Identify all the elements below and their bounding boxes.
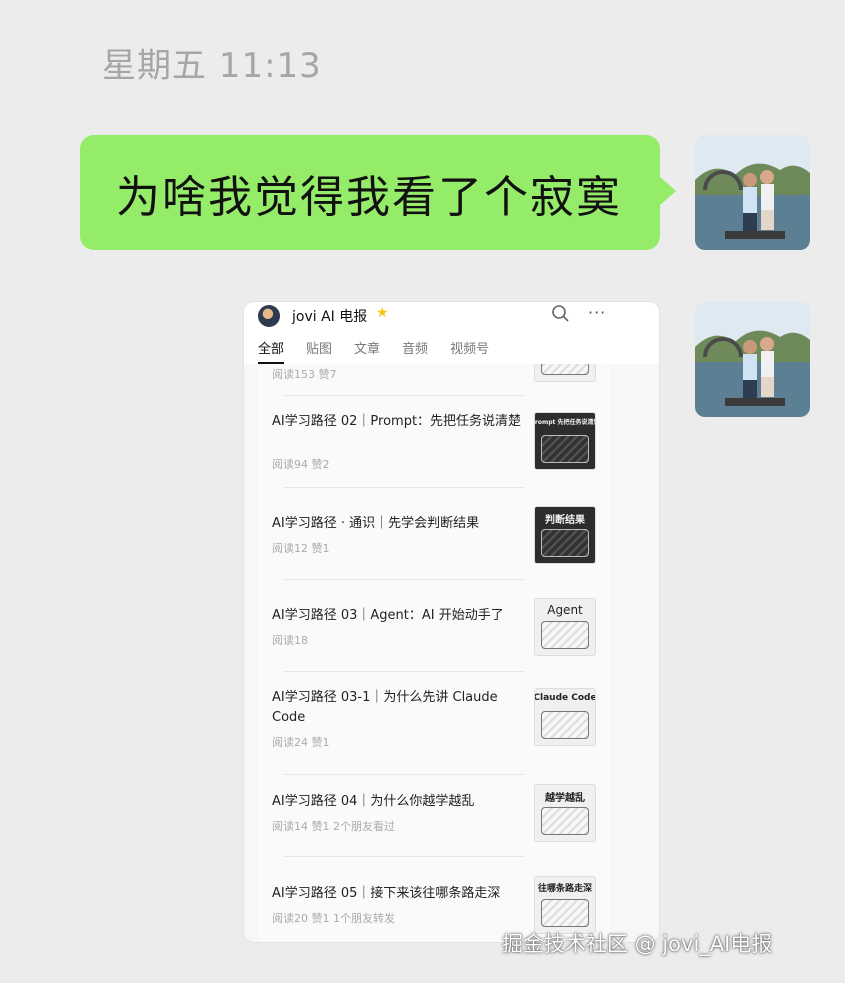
avatar[interactable] xyxy=(695,135,810,250)
article-meta: 阅读18 xyxy=(272,634,308,647)
article-thumbnail xyxy=(534,364,596,382)
article-meta: 阅读153 赞7 xyxy=(272,368,337,381)
star-icon[interactable]: ★ xyxy=(376,305,389,321)
tab-articles[interactable]: 文章 xyxy=(354,338,380,363)
article-thumbnail: 判断结果 xyxy=(534,506,596,564)
list-item[interactable]: 阅读153 赞7 xyxy=(258,364,610,394)
list-divider xyxy=(284,395,524,396)
thumbnail-text: 越学越乱 xyxy=(545,793,585,804)
article-title: AI学习路径 05｜接下来该往哪条路走深 xyxy=(272,886,501,901)
article-thumbnail: Claude Code xyxy=(534,688,596,746)
more-icon[interactable]: ··· xyxy=(588,303,606,322)
account-name[interactable]: jovi AI 电报 xyxy=(292,306,367,326)
list-divider xyxy=(284,579,524,580)
list-divider xyxy=(284,671,524,672)
article-meta: 阅读24 赞1 xyxy=(272,736,330,749)
search-icon[interactable] xyxy=(551,304,571,324)
article-title: AI学习路径 04｜为什么你越学越乱 xyxy=(272,794,475,809)
article-meta: 阅读12 赞1 xyxy=(272,542,330,555)
list-item[interactable]: AI学习路径 04｜为什么你越学越乱 阅读14 赞1 2个朋友看过 越学越乱 xyxy=(258,784,610,854)
thumbnail-sketch xyxy=(541,711,589,739)
article-meta: 阅读20 赞1 1个朋友转发 xyxy=(272,912,395,925)
thumbnail-text: Prompt 先把任务说清楚 xyxy=(534,419,596,426)
article-list: 阅读153 赞7 AI学习路径 02｜Prompt：先把任务说清楚 阅读94 赞… xyxy=(258,364,610,942)
bubble-tail xyxy=(659,176,676,206)
thumbnail-sketch xyxy=(541,435,589,463)
thumbnail-sketch xyxy=(541,529,589,557)
list-divider xyxy=(284,774,524,775)
list-item[interactable]: AI学习路径 · 通识｜先学会判断结果 阅读12 赞1 判断结果 xyxy=(258,504,610,574)
message-timestamp: 星期五 11:13 xyxy=(102,46,322,86)
thumbnail-text: 判断结果 xyxy=(545,515,585,526)
article-title: AI学习路径 03｜Agent：AI 开始动手了 xyxy=(272,608,504,623)
avatar-photo-icon xyxy=(695,135,810,250)
tab-all[interactable]: 全部 xyxy=(258,338,285,364)
thumbnail-sketch xyxy=(541,807,589,835)
thumbnail-sketch xyxy=(541,899,589,927)
thumbnail-text: Claude Code xyxy=(534,693,596,703)
watermark: 掘金技术社区 @ jovi_AI电报 xyxy=(502,932,773,956)
list-divider xyxy=(284,856,524,857)
thumbnail-text: 往哪条路走深 xyxy=(537,884,592,894)
article-thumbnail: Prompt 先把任务说清楚 xyxy=(534,412,596,470)
tab-bar: 全部 贴图 文章 音频 视频号 xyxy=(258,338,489,364)
article-thumbnail: 越学越乱 xyxy=(534,784,596,842)
message-bubble[interactable]: 为啥我觉得我看了个寂寞 xyxy=(80,135,660,250)
article-title: AI学习路径 · 通识｜先学会判断结果 xyxy=(272,516,480,531)
list-divider xyxy=(284,487,524,488)
shared-screenshot-card[interactable]: jovi AI 电报 ★ ··· 全部 贴图 文章 音频 视频号 阅读153 赞… xyxy=(244,302,659,942)
article-meta: 阅读14 赞1 2个朋友看过 xyxy=(272,820,395,833)
thumbnail-sketch xyxy=(541,364,589,375)
thumbnail-text: Agent xyxy=(547,603,583,617)
thumbnail-sketch xyxy=(541,621,589,649)
card-header: jovi AI 电报 ★ ··· 全部 贴图 文章 音频 视频号 xyxy=(244,302,659,364)
article-meta: 阅读94 赞2 xyxy=(272,458,330,471)
list-item[interactable]: AI学习路径 02｜Prompt：先把任务说清楚 阅读94 赞2 Prompt … xyxy=(258,408,610,478)
tab-images[interactable]: 贴图 xyxy=(306,338,332,363)
tab-video[interactable]: 视频号 xyxy=(450,338,489,363)
list-item[interactable]: AI学习路径 03-1｜为什么先讲 Claude Code 阅读24 赞1 Cl… xyxy=(258,688,610,768)
avatar-photo-icon xyxy=(695,302,810,417)
article-thumbnail: 往哪条路走深 xyxy=(534,876,596,934)
message-text: 为啥我觉得我看了个寂寞 xyxy=(116,171,622,223)
article-title: AI学习路径 02｜Prompt：先把任务说清楚 xyxy=(272,414,522,429)
article-thumbnail: Agent xyxy=(534,598,596,656)
list-item[interactable]: AI学习路径 03｜Agent：AI 开始动手了 阅读18 Agent xyxy=(258,596,610,666)
tab-audio[interactable]: 音频 xyxy=(402,338,428,363)
avatar[interactable] xyxy=(695,302,810,417)
article-title: AI学习路径 03-1｜为什么先讲 Claude Code xyxy=(272,690,498,725)
account-avatar[interactable] xyxy=(258,305,280,327)
